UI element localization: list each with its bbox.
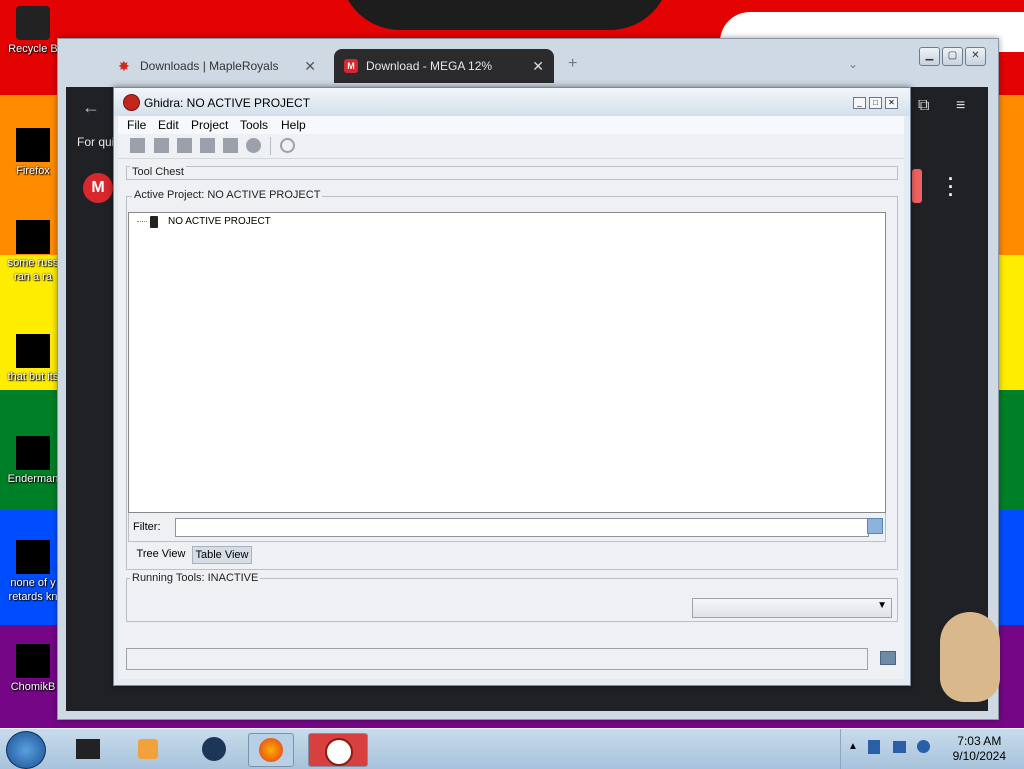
toolbar-separator xyxy=(270,137,271,155)
dropdown-arrow-icon: ▼ xyxy=(877,600,887,611)
tray-icon-1[interactable] xyxy=(868,740,880,754)
filter-input[interactable] xyxy=(175,518,869,537)
menu-edit[interactable]: Edit xyxy=(158,118,179,132)
start-button[interactable] xyxy=(6,731,46,769)
taskbar-firefox[interactable] xyxy=(248,733,294,767)
mega-logo-icon[interactable]: M xyxy=(83,173,113,203)
file-icon xyxy=(16,220,50,254)
filter-label: Filter: xyxy=(133,521,161,533)
new-tab-button[interactable]: + xyxy=(568,55,577,73)
volume-icon[interactable] xyxy=(917,740,930,753)
ghidra-close-button[interactable]: ✕ xyxy=(885,97,898,109)
system-clock[interactable]: 7:03 AM 9/10/2024 xyxy=(953,734,1006,764)
toolbar-tool-4-icon[interactable] xyxy=(200,138,215,153)
refresh-icon[interactable] xyxy=(280,138,295,153)
tab-tree-view[interactable]: Tree View xyxy=(132,546,190,563)
tree-root-node[interactable]: NO ACTIVE PROJECT xyxy=(168,216,271,227)
ghidra-minimize-button[interactable]: _ xyxy=(853,97,866,109)
more-options-icon[interactable]: · · · xyxy=(948,170,954,204)
minimize-button[interactable]: ▁ xyxy=(919,47,940,66)
project-tree[interactable]: NO ACTIVE PROJECT xyxy=(128,212,886,513)
tab-table-view[interactable]: Table View xyxy=(192,546,252,564)
menu-icon[interactable]: ≡ xyxy=(956,97,965,115)
mega-icon: M xyxy=(344,59,358,73)
menu-bar: File Edit Project Tools Help xyxy=(118,116,904,134)
ghidra-title: Ghidra: NO ACTIVE PROJECT xyxy=(144,96,311,110)
taskbar-app-3[interactable] xyxy=(192,733,236,765)
taskbar-app-1[interactable] xyxy=(66,733,110,765)
ghidra-window: Ghidra: NO ACTIVE PROJECT _ □ ✕ File Edi… xyxy=(113,87,911,686)
filter-options-icon[interactable] xyxy=(867,518,883,534)
tool-chest-label: Tool Chest xyxy=(130,166,186,178)
extensions-icon[interactable]: ⧉ xyxy=(918,97,929,115)
menu-file[interactable]: File xyxy=(127,118,146,132)
close-tab-icon[interactable]: ✕ xyxy=(532,58,544,75)
close-tab-icon[interactable]: ✕ xyxy=(304,58,316,75)
toolbar-tool-5-icon[interactable] xyxy=(223,138,238,153)
running-tools-dropdown[interactable]: ▼ xyxy=(692,598,892,618)
menu-project[interactable]: Project xyxy=(191,118,228,132)
toolbar-tool-1-icon[interactable] xyxy=(130,138,145,153)
recycle-bin-icon xyxy=(16,6,50,40)
tab-downloads-mapleroyals[interactable]: ✸ Downloads | MapleRoyals ✕ xyxy=(108,49,326,83)
network-icon[interactable] xyxy=(893,741,906,753)
project-icon xyxy=(150,216,158,228)
toolbar-link-icon[interactable] xyxy=(246,138,261,153)
clock-date: 9/10/2024 xyxy=(952,749,1006,763)
taskbar-ghidra[interactable] xyxy=(308,733,368,767)
clock-time: 7:03 AM xyxy=(957,734,1002,748)
tool-chest-panel xyxy=(126,166,898,180)
partial-page-text: For qui xyxy=(77,135,115,149)
app-icon xyxy=(76,739,100,759)
filter-row: Filter: xyxy=(128,513,886,542)
toolbar-tool-2-icon[interactable] xyxy=(154,138,169,153)
ghidra-logo-icon xyxy=(123,94,140,111)
toolbar xyxy=(118,134,904,159)
globe-icon xyxy=(202,737,226,761)
file-icon xyxy=(16,644,50,678)
maximize-button[interactable]: ▢ xyxy=(942,47,963,66)
hamster-desktop-pet xyxy=(940,612,1000,702)
active-project-label: Active Project: NO ACTIVE PROJECT xyxy=(132,189,323,201)
file-icon xyxy=(16,540,50,574)
tree-connector xyxy=(137,221,147,223)
close-button[interactable]: ✕ xyxy=(965,47,986,66)
firefox-icon xyxy=(259,738,283,762)
file-icon xyxy=(16,436,50,470)
maple-leaf-icon: ✸ xyxy=(118,58,130,74)
menu-help[interactable]: Help xyxy=(281,118,306,132)
menu-tools[interactable]: Tools xyxy=(240,118,268,132)
firefox-icon xyxy=(16,128,50,162)
taskbar: ▲ 7:03 AM 9/10/2024 xyxy=(0,728,1024,769)
red-button-edge[interactable] xyxy=(912,169,922,203)
console-icon[interactable] xyxy=(880,651,896,665)
status-bar xyxy=(126,648,868,670)
ghidra-client: File Edit Project Tools Help Tool Chest … xyxy=(118,116,904,679)
tray-separator xyxy=(840,729,841,769)
toolbar-tool-3-icon[interactable] xyxy=(177,138,192,153)
back-icon[interactable]: ← xyxy=(82,97,100,118)
tab-list-chevron-icon[interactable]: ⌄ xyxy=(848,57,858,71)
tab-mega-download[interactable]: M Download - MEGA 12% ✕ xyxy=(334,49,554,83)
wallpaper-shape xyxy=(340,0,670,30)
file-icon xyxy=(16,334,50,368)
running-tools-label: Running Tools: INACTIVE xyxy=(130,572,261,584)
show-hidden-icons-icon[interactable]: ▲ xyxy=(848,741,858,752)
ghidra-icon xyxy=(325,738,353,766)
ghidra-title-bar[interactable]: Ghidra: NO ACTIVE PROJECT _ □ ✕ xyxy=(114,88,910,116)
media-player-icon xyxy=(138,739,158,759)
ghidra-maximize-button[interactable]: □ xyxy=(869,97,882,109)
taskbar-media-player[interactable] xyxy=(126,733,170,765)
